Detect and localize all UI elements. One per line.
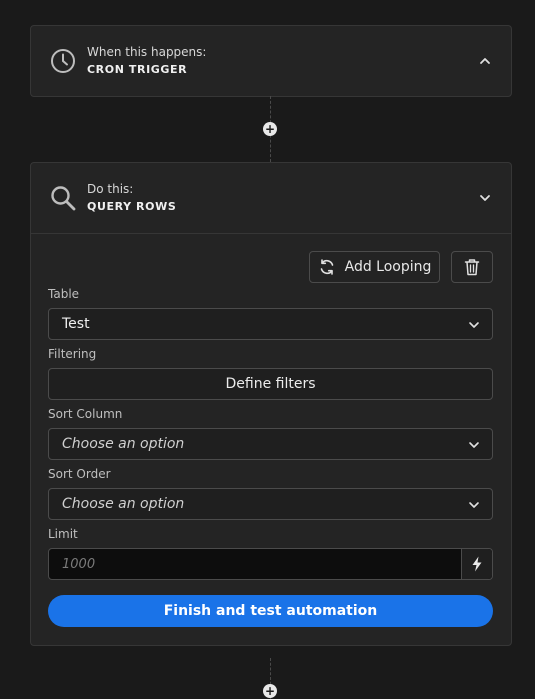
chevron-up-icon[interactable] (477, 53, 493, 69)
trash-icon (464, 258, 480, 276)
action-step-card: Do this: QUERY ROWS Add Looping Table Te… (30, 162, 512, 646)
loop-icon (318, 258, 336, 276)
action-step-name: QUERY ROWS (87, 200, 177, 213)
action-step-body: Add Looping Table Test Filtering Define … (31, 233, 511, 645)
sort-column-select-value: Choose an option (62, 436, 185, 452)
add-looping-label: Add Looping (344, 259, 432, 275)
filtering-label: Filtering (48, 347, 97, 361)
trigger-step-header[interactable]: When this happens: CRON TRIGGER (31, 26, 511, 96)
table-select-value: Test (62, 316, 90, 332)
sort-order-label: Sort Order (48, 467, 111, 481)
sort-order-select-value: Choose an option (62, 496, 185, 512)
delete-step-button[interactable] (451, 251, 493, 283)
lightning-bolt-icon (471, 556, 483, 572)
chevron-down-icon[interactable] (477, 190, 493, 206)
sort-column-select[interactable]: Choose an option (48, 428, 493, 460)
table-label: Table (48, 287, 80, 301)
action-step-label: Do this: (87, 182, 134, 196)
limit-input[interactable] (49, 549, 461, 579)
add-looping-button[interactable]: Add Looping (309, 251, 440, 283)
trigger-step-card: When this happens: CRON TRIGGER (30, 25, 512, 97)
action-step-header[interactable]: Do this: QUERY ROWS (31, 163, 511, 233)
chevron-down-icon (466, 317, 482, 333)
trigger-step-label: When this happens: (87, 45, 207, 59)
add-step-plus-icon[interactable]: + (263, 684, 277, 698)
search-icon (49, 184, 77, 212)
chevron-down-icon (466, 497, 482, 513)
table-select[interactable]: Test (48, 308, 493, 340)
chevron-down-icon (466, 437, 482, 453)
define-filters-button[interactable]: Define filters (48, 368, 493, 400)
clock-icon (49, 47, 77, 75)
bindings-button[interactable] (461, 549, 492, 579)
limit-label: Limit (48, 527, 78, 541)
sort-order-select[interactable]: Choose an option (48, 488, 493, 520)
sort-column-label: Sort Column (48, 407, 123, 421)
add-step-plus-icon[interactable]: + (263, 122, 277, 136)
finish-and-test-button[interactable]: Finish and test automation (48, 595, 493, 627)
trigger-step-name: CRON TRIGGER (87, 63, 188, 76)
limit-field (48, 548, 493, 580)
